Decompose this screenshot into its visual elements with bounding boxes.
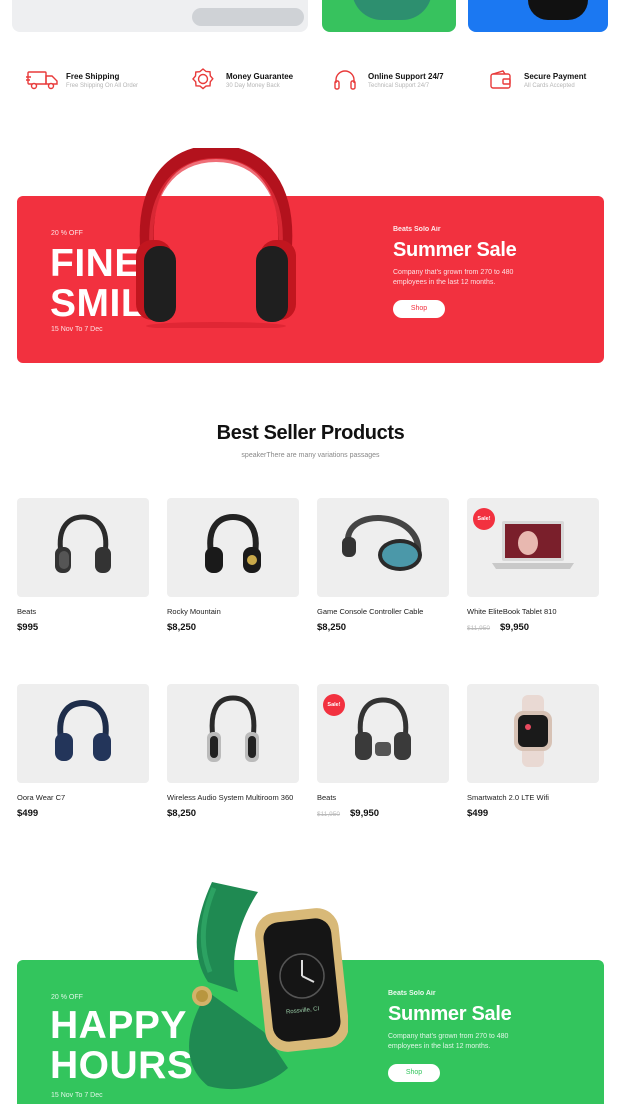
product-price-row: $11,950 $9,950 — [467, 622, 599, 633]
banner-discount: 20 % OFF — [51, 230, 83, 237]
product-image — [17, 498, 149, 597]
product-card[interactable]: Beats $995 — [17, 498, 149, 633]
headphones-icon — [338, 513, 428, 582]
product-old-price: $11,950 — [467, 625, 491, 632]
page: Free Shipping Free Shipping On All Order … — [0, 0, 621, 1104]
banner-description: Company that's grown from 270 to 480 emp… — [388, 1033, 509, 1050]
product-image — [528, 0, 588, 20]
product-image: Sale! — [317, 684, 449, 783]
sale-badge: Sale! — [323, 694, 345, 716]
product-price: $8,250 — [167, 808, 197, 819]
shop-button[interactable]: Shop — [393, 300, 445, 318]
product-image — [317, 498, 449, 597]
shop-button[interactable]: Shop — [388, 1064, 440, 1082]
banner-offer: Beats Solo Air Summer Sale Company that'… — [393, 226, 543, 318]
category-card-1[interactable] — [12, 0, 308, 32]
headphones-icon — [53, 513, 113, 582]
headphones-icon — [353, 696, 413, 771]
product-card[interactable]: Rocky Mountain $8,250 — [167, 498, 299, 633]
feature-secure-payment: Secure Payment All Cards Accepted — [484, 62, 586, 98]
headphones-hero-image — [130, 144, 302, 330]
headphones-icon — [53, 699, 113, 768]
product-name: Wireless Audio System Multiroom 360 — [167, 793, 294, 802]
laptop-icon — [488, 515, 578, 580]
category-card-2[interactable] — [322, 0, 456, 32]
feature-money-guarantee: Money Guarantee 30 Day Money Back — [186, 62, 293, 98]
product-price-row: $8,250 — [317, 622, 449, 633]
truck-icon — [26, 67, 60, 93]
product-price-row: $499 — [467, 808, 599, 819]
product-image — [352, 0, 432, 20]
product-image — [17, 684, 149, 783]
product-name: Smartwatch 2.0 LTE Wifi — [467, 793, 549, 802]
banner-date: 15 Nov To 7 Dec — [51, 326, 103, 333]
promo-banner-summer-sale: 20 % OFF FINE SMILE 15 Nov To 7 Dec Beat… — [17, 196, 604, 363]
feature-strip: Free Shipping Free Shipping On All Order … — [0, 62, 621, 98]
product-price: $499 — [467, 808, 489, 819]
product-name: White EliteBook Tablet 810 — [467, 607, 557, 616]
headphones-icon — [203, 513, 263, 582]
feature-title: Secure Payment — [524, 71, 587, 81]
product-price-row: $8,250 — [167, 622, 299, 633]
smartwatch-hero-image: Rossville, CI — [168, 872, 349, 1092]
banner-headline-line-1: FINE — [50, 242, 141, 285]
banner-title: Summer Sale — [393, 239, 517, 261]
feature-subtitle: 30 Day Money Back — [226, 82, 280, 89]
product-price-row: $499 — [17, 808, 149, 819]
feature-title: Free Shipping — [66, 71, 120, 81]
banner-offer: Beats Solo Air Summer Sale Company that'… — [388, 990, 538, 1082]
product-name: Beats — [317, 793, 337, 802]
product-name: Game Console Controller Cable — [317, 607, 424, 616]
banner-subtitle: Beats Solo Air — [388, 990, 436, 997]
section-subtitle: speakerThere are many variations passage… — [241, 452, 380, 459]
banner-date: 15 Nov To 7 Dec — [51, 1092, 103, 1099]
product-card[interactable]: Sale! Beats $11,950 $9,950 — [317, 684, 449, 819]
feature-subtitle: Free Shipping On All Order — [66, 82, 139, 89]
product-image: Sale! — [467, 498, 599, 597]
product-old-price: $11,950 — [317, 811, 341, 818]
wallet-icon — [484, 67, 518, 93]
banner-headline-line-1: HAPPY — [50, 1004, 187, 1047]
product-price-row: $8,250 — [167, 808, 299, 819]
banner-discount: 20 % OFF — [51, 994, 83, 1001]
product-price: $9,950 — [500, 622, 530, 633]
product-image — [467, 684, 599, 783]
product-name: Rocky Mountain — [167, 607, 221, 616]
product-card[interactable]: Sale! White EliteBook Tablet 810 $11,950… — [467, 498, 599, 633]
product-price: $9,950 — [350, 808, 380, 819]
feature-free-shipping: Free Shipping Free Shipping On All Order — [26, 62, 138, 98]
feature-subtitle: Technical Support 24/7 — [368, 82, 430, 89]
product-card[interactable]: Smartwatch 2.0 LTE Wifi $499 — [467, 684, 599, 819]
category-card-3[interactable] — [468, 0, 608, 32]
product-price: $995 — [17, 622, 39, 633]
product-card[interactable]: Wireless Audio System Multiroom 360 $8,2… — [167, 684, 299, 819]
product-price: $8,250 — [317, 622, 347, 633]
watch-icon — [508, 693, 558, 774]
product-image — [192, 8, 304, 26]
headset-icon — [328, 67, 362, 93]
feature-title: Money Guarantee — [226, 71, 294, 81]
sale-badge: Sale! — [473, 508, 495, 530]
product-image — [167, 684, 299, 783]
product-name: Beats — [17, 607, 37, 616]
product-price: $499 — [17, 808, 39, 819]
feature-online-support: Online Support 24/7 Technical Support 24/… — [328, 62, 444, 98]
banner-title: Summer Sale — [388, 1003, 512, 1025]
section-title: Best Seller Products — [216, 422, 405, 444]
product-price-row: $11,950 $9,950 — [317, 808, 449, 819]
feature-title: Online Support 24/7 — [368, 71, 444, 81]
product-image — [167, 498, 299, 597]
product-name: Oora Wear C7 — [17, 793, 66, 802]
banner-subtitle: Beats Solo Air — [393, 226, 441, 233]
headphones-icon — [203, 694, 263, 773]
product-card[interactable]: Oora Wear C7 $499 — [17, 684, 149, 819]
product-price-row: $995 — [17, 622, 149, 633]
banner-description: Company that's grown from 270 to 480 emp… — [393, 269, 514, 286]
category-cards — [0, 0, 621, 34]
medal-icon — [186, 67, 220, 93]
product-card[interactable]: Game Console Controller Cable $8,250 — [317, 498, 449, 633]
product-price: $8,250 — [167, 622, 197, 633]
feature-subtitle: All Cards Accepted — [524, 82, 575, 89]
